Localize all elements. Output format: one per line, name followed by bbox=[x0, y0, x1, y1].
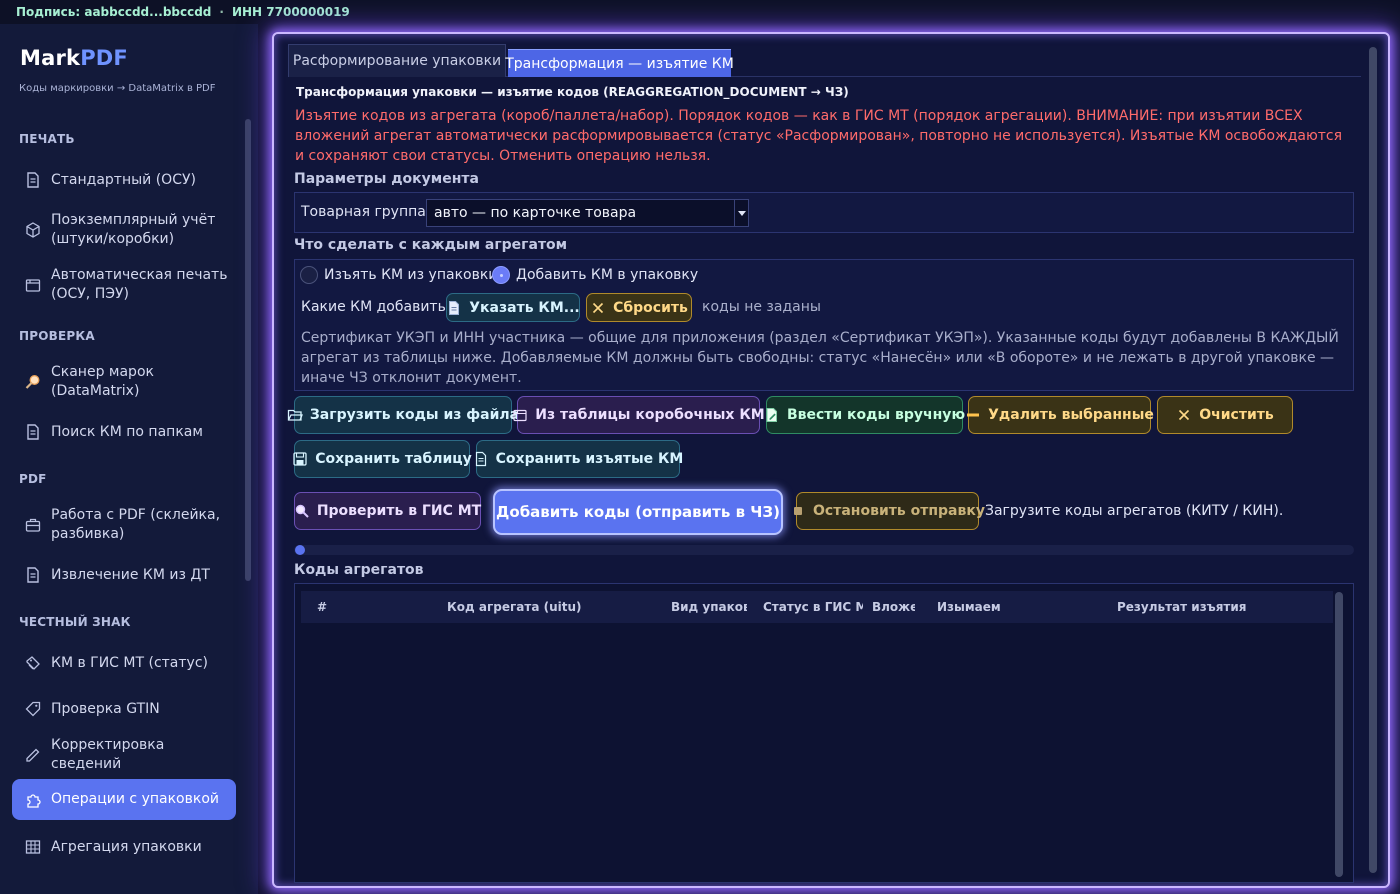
sidebar-item-gtin-check[interactable]: Проверка GTIN bbox=[12, 696, 236, 722]
save-icon bbox=[292, 451, 308, 467]
table-scrollbar[interactable] bbox=[1335, 592, 1343, 877]
column-header-result[interactable]: Результат изъятия bbox=[1117, 591, 1317, 623]
sidebar-item-extract-dt[interactable]: Извлечение КМ из ДТ bbox=[12, 562, 236, 588]
column-header-code[interactable]: Код агрегата (uitu) bbox=[447, 591, 647, 623]
radio-add-label[interactable]: Добавить КМ в упаковку bbox=[516, 267, 698, 283]
table-title: Коды агрегатов bbox=[294, 562, 424, 578]
status-separator: · bbox=[219, 5, 224, 19]
sidebar-item-standard[interactable]: Стандартный (ОСУ) bbox=[12, 167, 236, 193]
stop-sending-button[interactable]: Остановить отправку bbox=[794, 492, 985, 530]
app-logo: MarkPDF bbox=[20, 46, 128, 70]
params-title: Параметры документа bbox=[294, 171, 479, 187]
document-title: Трансформация упаковки — изъятие кодов (… bbox=[296, 85, 849, 99]
tag-icon bbox=[24, 700, 42, 718]
radio-remove[interactable] bbox=[300, 266, 318, 284]
search-icon bbox=[294, 503, 310, 519]
chevron-down-icon[interactable] bbox=[734, 200, 748, 226]
puzzle-icon bbox=[24, 791, 42, 809]
sidebar-item-correction[interactable]: Корректировка сведений bbox=[12, 737, 236, 772]
signature-text: Подпись: aabbccdd...bbccdd bbox=[16, 5, 212, 19]
hint-text: Загрузите коды агрегатов (КИТУ / КИН). bbox=[985, 503, 1284, 519]
section-honest-sign: ЧЕСТНЫЙ ЗНАК bbox=[19, 615, 131, 629]
tab-transformation[interactable]: Трансформация — изъятие КМ bbox=[505, 49, 734, 77]
document-icon bbox=[24, 171, 42, 189]
section-pdf: PDF bbox=[19, 472, 47, 486]
action-title: Что сделать с каждым агрегатом bbox=[294, 237, 568, 253]
product-group-value: авто — по карточке товара bbox=[434, 205, 637, 221]
sidebar-item-scanner[interactable]: Сканер марок (DataMatrix) bbox=[12, 362, 236, 402]
main-scrollbar[interactable] bbox=[1369, 47, 1377, 873]
magnifier-icon bbox=[24, 373, 42, 391]
column-header-removing[interactable]: Изымаем bbox=[937, 591, 1027, 623]
document-icon bbox=[24, 423, 42, 441]
save-removed-km-button[interactable]: Сохранить изъятые КМ bbox=[473, 440, 683, 478]
signature-status-bar: Подпись: aabbccdd...bbccdd · ИНН 7700000… bbox=[0, 0, 350, 31]
progress-bar bbox=[294, 545, 1354, 555]
sidebar-item-auto-print[interactable]: Автоматическая печать (ОСУ, ПЭУ) bbox=[12, 265, 236, 305]
clear-button[interactable]: Очистить bbox=[1157, 396, 1293, 434]
section-print: ПЕЧАТЬ bbox=[19, 132, 75, 146]
specify-km-button[interactable]: Указать КМ... bbox=[446, 293, 580, 322]
product-group-select[interactable]: авто — по карточке товара bbox=[426, 199, 749, 227]
tab-disaggregation[interactable]: Расформирование упаковки bbox=[288, 44, 506, 77]
document-icon bbox=[24, 566, 42, 584]
folder-icon bbox=[24, 276, 42, 294]
sidebar-item-search-folders[interactable]: Поиск КМ по папкам bbox=[12, 419, 236, 445]
load-from-file-button[interactable]: Загрузить коды из файла bbox=[287, 396, 519, 434]
save-table-button[interactable]: Сохранить таблицу bbox=[292, 440, 472, 478]
radio-add[interactable] bbox=[492, 266, 510, 284]
sidebar-item-km-status[interactable]: КМ в ГИС МТ (статус) bbox=[12, 650, 236, 676]
product-group-label: Товарная группа: bbox=[301, 204, 431, 220]
stop-icon bbox=[790, 503, 806, 519]
from-box-table-button[interactable]: Из таблицы коробочных КМ bbox=[513, 396, 765, 434]
grid-icon bbox=[24, 838, 42, 856]
inn-text: ИНН 7700000019 bbox=[231, 5, 350, 19]
folder-open-icon bbox=[287, 407, 303, 423]
sidebar-item-packaging-ops[interactable]: Операции с упаковкой bbox=[12, 779, 236, 820]
briefcase-icon bbox=[24, 516, 42, 534]
radio-remove-label[interactable]: Изъять КМ из упаковки bbox=[324, 267, 497, 283]
warning-text: Изъятие кодов из агрегата (короб/паллета… bbox=[295, 108, 1343, 164]
sidebar-item-pdf-work[interactable]: Работа с PDF (склейка, разбивка) bbox=[12, 505, 236, 545]
sidebar-item-aggregation[interactable]: Агрегация упаковки bbox=[12, 834, 236, 860]
certificate-note: Сертификат УКЭП и ИНН участника — общие … bbox=[301, 330, 1339, 386]
document-icon bbox=[446, 300, 462, 316]
column-header-nested[interactable]: Вложен bbox=[872, 591, 915, 623]
check-gis-button[interactable]: Проверить в ГИС МТ bbox=[294, 492, 481, 530]
delete-selected-button[interactable]: Удалить выбранные bbox=[965, 396, 1154, 434]
tab-bar: Расформирование упаковки Трансформация —… bbox=[288, 44, 1361, 77]
section-check: ПРОВЕРКА bbox=[19, 329, 95, 343]
sidebar-item-per-instance[interactable]: Поэкземплярный учёт (штуки/коробки) bbox=[12, 210, 236, 250]
sidebar: MarkPDF Коды маркировки → DataMatrix в P… bbox=[0, 24, 258, 894]
enter-manually-button[interactable]: Ввести коды вручную bbox=[764, 396, 965, 434]
reset-button[interactable]: Сбросить bbox=[586, 293, 692, 322]
app-tagline: Коды маркировки → DataMatrix в PDF bbox=[19, 83, 216, 94]
tag-stack-icon bbox=[24, 654, 42, 672]
document-icon bbox=[473, 451, 489, 467]
progress-fill bbox=[295, 545, 305, 555]
cube-icon bbox=[24, 221, 42, 239]
pencil-icon bbox=[24, 746, 42, 764]
column-header-index[interactable]: # bbox=[317, 591, 337, 623]
minus-icon bbox=[965, 407, 981, 423]
column-header-package-type[interactable]: Вид упаковки bbox=[671, 591, 747, 623]
folder-icon bbox=[512, 407, 528, 423]
close-icon bbox=[590, 300, 606, 316]
table-header: # Код агрегата (uitu) Вид упаковки Стату… bbox=[301, 591, 1333, 623]
aggregates-table: # Код агрегата (uitu) Вид упаковки Стату… bbox=[294, 583, 1354, 883]
which-km-label: Какие КМ добавить: bbox=[301, 299, 451, 315]
submit-add-codes-button[interactable]: Добавить коды (отправить в ЧЗ) bbox=[493, 489, 783, 535]
close-icon bbox=[1176, 407, 1192, 423]
sidebar-scrollbar[interactable] bbox=[245, 119, 251, 581]
codes-status: коды не заданы bbox=[702, 299, 821, 315]
edit-document-icon bbox=[764, 407, 780, 423]
column-header-status[interactable]: Статус в ГИС МТ bbox=[763, 591, 863, 623]
